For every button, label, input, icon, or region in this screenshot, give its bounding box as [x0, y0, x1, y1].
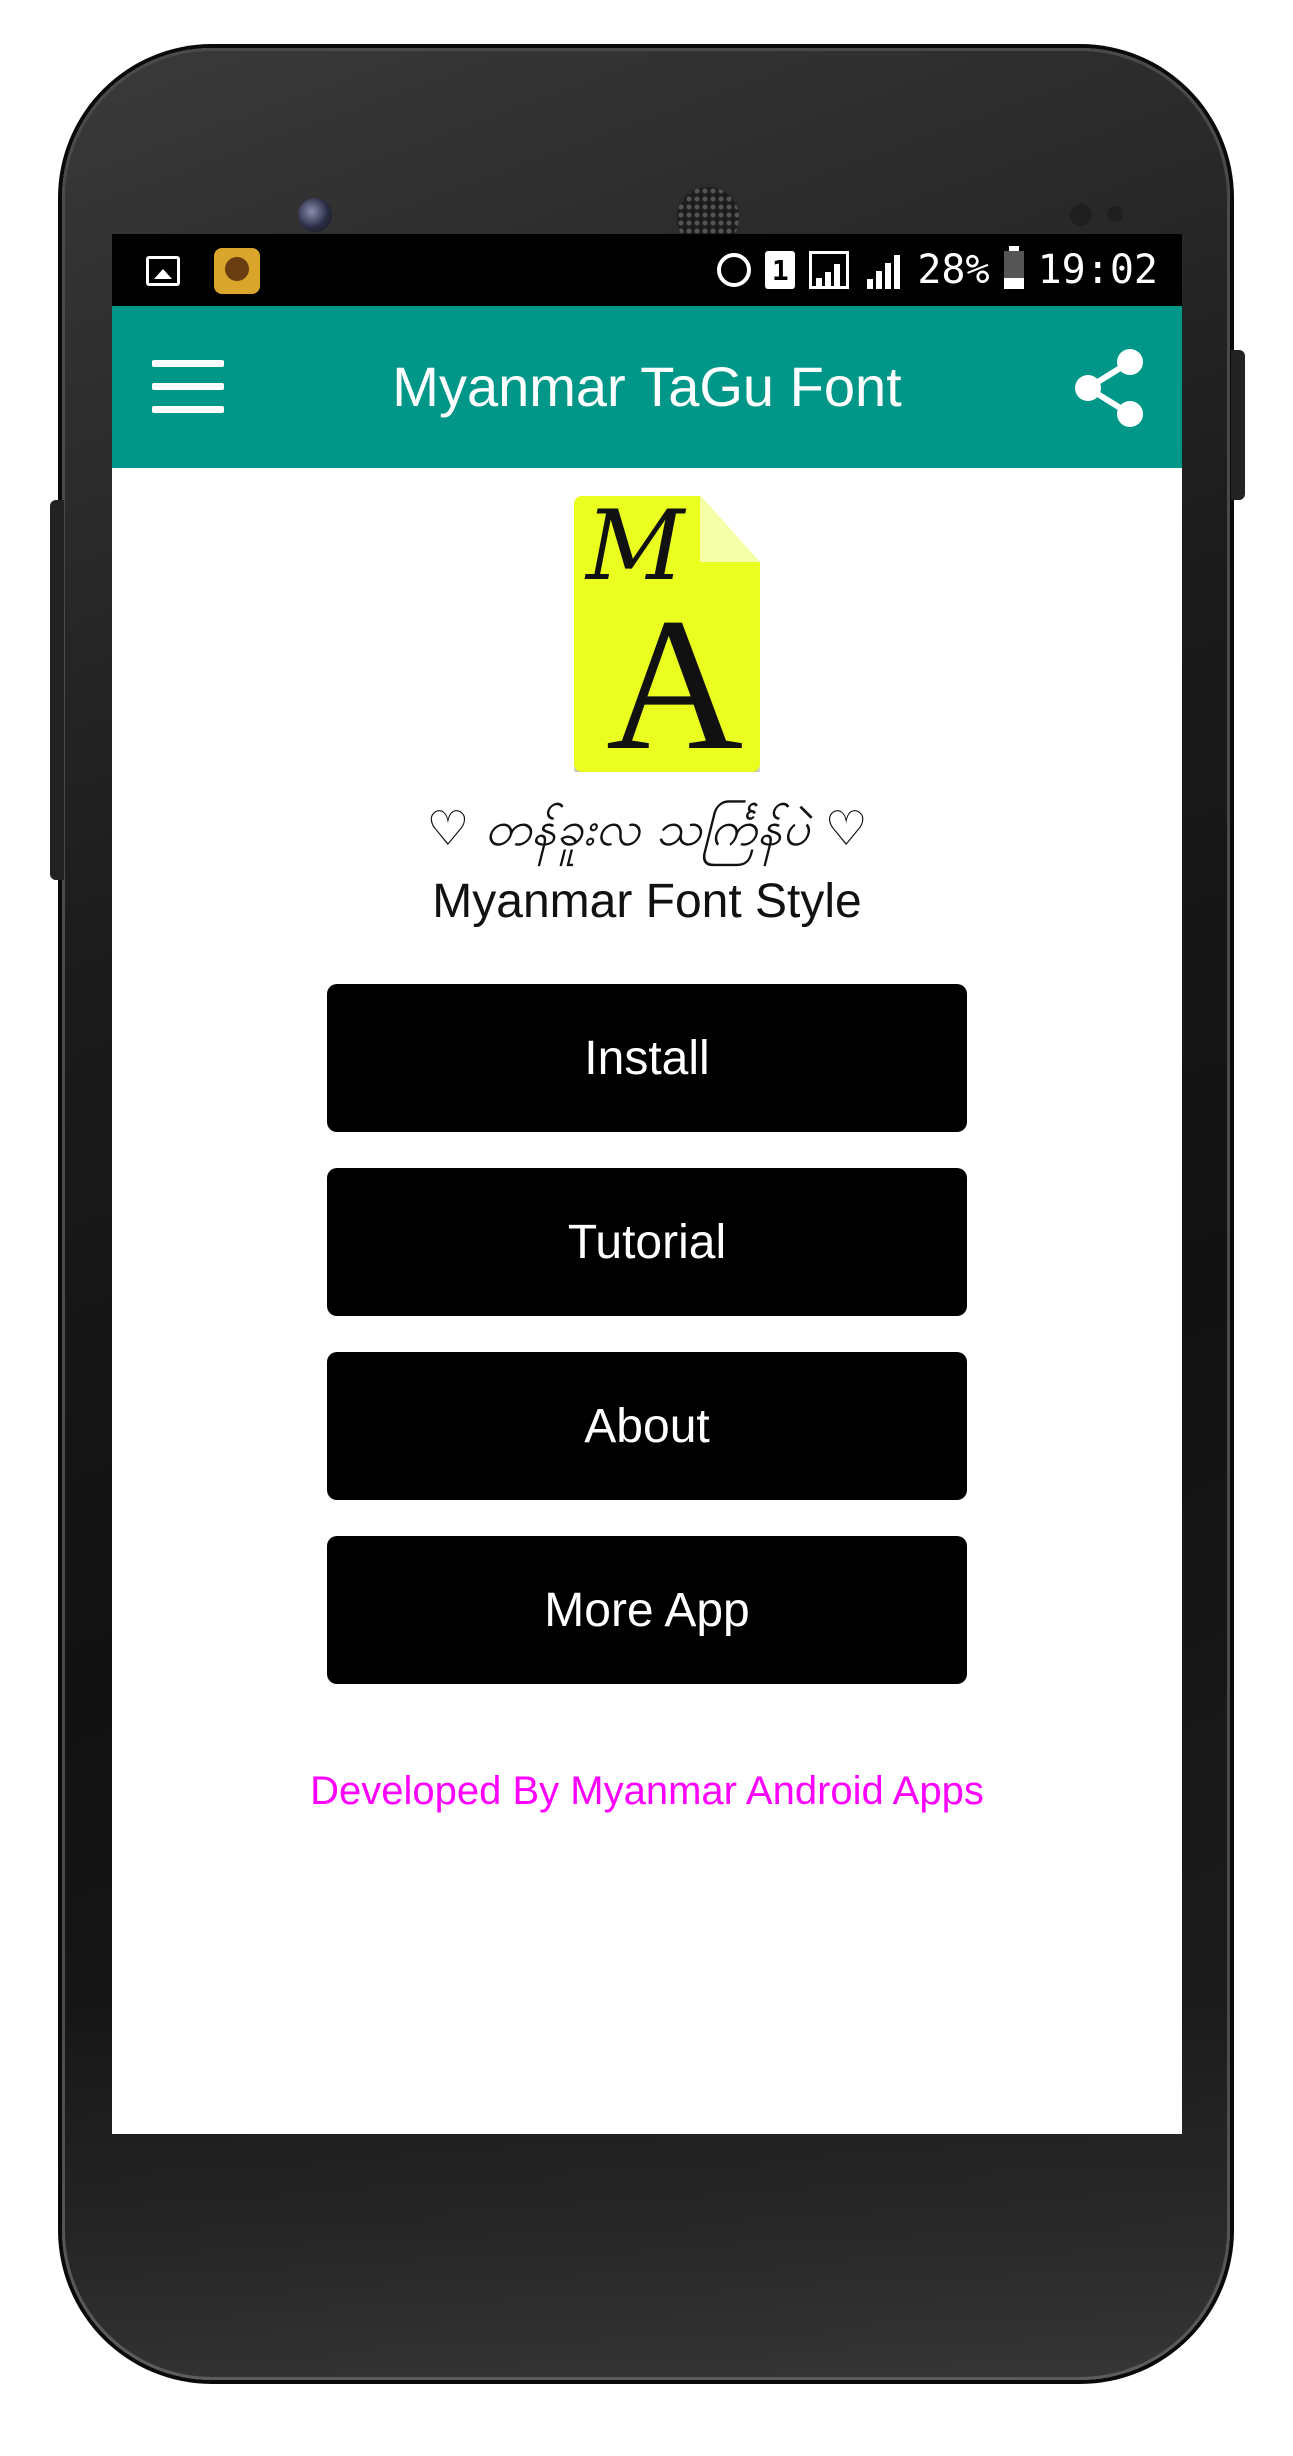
battery-percent: 28%: [917, 247, 990, 293]
app-bar: Myanmar TaGu Font: [112, 306, 1182, 468]
tutorial-button[interactable]: Tutorial: [327, 1168, 967, 1316]
screen: 1 28% 19:02 Myanmar TaGu Font M A ♡ တန်ခ…: [112, 234, 1182, 2134]
light-sensor: [1107, 206, 1123, 222]
proximity-sensor: [1070, 204, 1092, 226]
sim-slot-icon: 1: [765, 251, 796, 289]
gallery-notification-icon: [146, 256, 180, 286]
install-button[interactable]: Install: [327, 984, 967, 1132]
status-bar: 1 28% 19:02: [112, 234, 1182, 306]
signal-strength-2-icon: [863, 251, 903, 289]
myanmar-tagline: ♡ တန်ခူးလ သင်္ကြန်ပဲ ♡: [426, 801, 868, 857]
alarm-icon: [717, 253, 752, 287]
app-title: Myanmar TaGu Font: [392, 355, 902, 418]
more-app-button[interactable]: More App: [327, 1536, 967, 1684]
share-icon[interactable]: [1072, 348, 1146, 428]
about-button[interactable]: About: [327, 1352, 967, 1500]
front-camera: [298, 198, 332, 232]
developer-credit: Developed By Myanmar Android Apps: [310, 1769, 984, 1813]
subtitle: Myanmar Font Style: [432, 875, 862, 928]
app-notification-icon: [214, 248, 260, 294]
volume-button: [50, 500, 64, 880]
app-logo: M A: [574, 490, 760, 790]
battery-charging-icon: [1003, 246, 1024, 289]
logo-letter-a: A: [606, 580, 744, 790]
signal-strength-icon: [809, 251, 850, 289]
power-button: [1231, 350, 1245, 500]
clock: 19:02: [1037, 247, 1158, 293]
